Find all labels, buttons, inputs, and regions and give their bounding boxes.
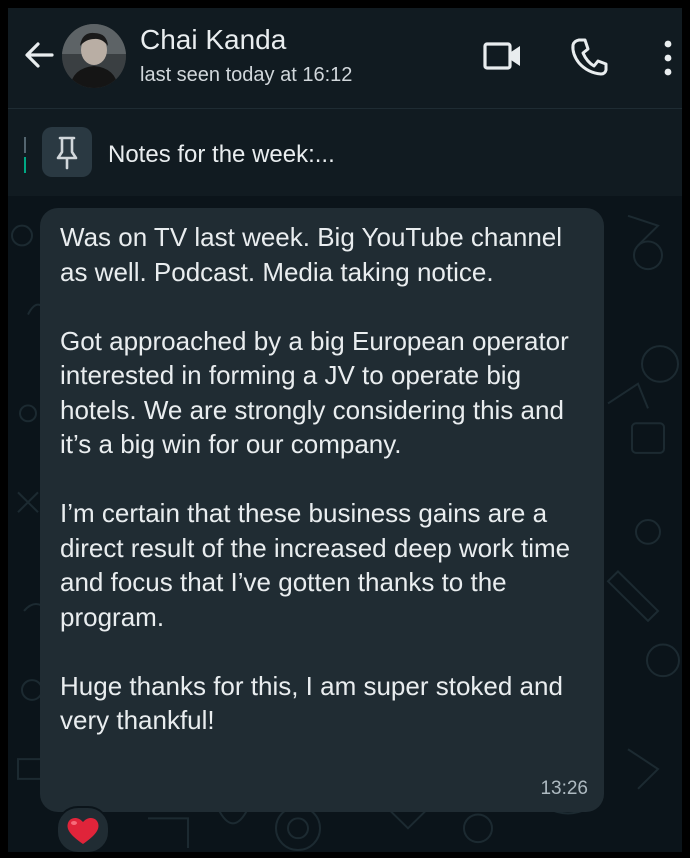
kebab-menu-icon xyxy=(664,40,672,76)
message-reaction[interactable] xyxy=(56,806,110,852)
pinned-message-bar[interactable]: Notes for the week:... xyxy=(8,108,682,198)
message-paragraph: Huge thanks for this, I am super stoked … xyxy=(60,670,563,736)
voice-call-button[interactable] xyxy=(570,36,608,76)
pin-icon xyxy=(56,136,78,170)
more-options-button[interactable] xyxy=(654,38,682,78)
pin-icon-box xyxy=(42,127,92,177)
video-call-button[interactable] xyxy=(482,38,524,74)
pinned-message-text: Notes for the week:... xyxy=(108,141,335,168)
red-heart-icon xyxy=(67,817,99,844)
avatar[interactable] xyxy=(62,24,126,88)
message-text: Was on TV last week. Big YouTube channel… xyxy=(60,220,590,738)
chat-header: Chai Kanda last seen today at 16:12 xyxy=(8,8,682,108)
contact-name[interactable]: Chai Kanda xyxy=(140,24,286,56)
message-timestamp: 13:26 xyxy=(540,778,588,799)
message-paragraph: Got approached by a big European operato… xyxy=(60,325,569,460)
arrow-left-icon xyxy=(25,42,54,68)
avatar-photo xyxy=(62,24,126,88)
video-camera-icon xyxy=(483,42,520,70)
last-seen-status: last seen today at 16:12 xyxy=(140,64,353,86)
conversation-area[interactable]: Was on TV last week. Big YouTube channel… xyxy=(8,196,682,852)
message-paragraph: I’m certain that these business gains ar… xyxy=(60,498,571,632)
back-button[interactable] xyxy=(22,38,56,72)
phone-icon xyxy=(571,38,608,76)
pinned-indicator xyxy=(24,137,26,173)
message-paragraph: Was on TV last week. Big YouTube channel… xyxy=(60,222,563,287)
incoming-message-bubble[interactable]: Was on TV last week. Big YouTube channel… xyxy=(40,208,604,812)
chat-screen: Chai Kanda last seen today at 16:12 Note… xyxy=(8,8,682,852)
